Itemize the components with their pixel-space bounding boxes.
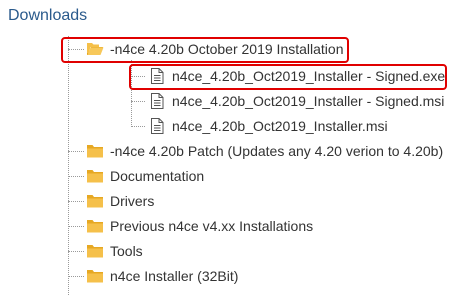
file-item-label: n4ce_4.20b_Oct2019_Installer.msi — [172, 118, 388, 134]
file-icon — [151, 93, 164, 109]
tree-connector — [131, 101, 145, 102]
tree-guide-line — [131, 60, 132, 127]
tree-item-drivers[interactable]: Drivers — [86, 190, 154, 212]
folder-icon — [87, 245, 103, 258]
tree-item-documentation[interactable]: Documentation — [86, 165, 204, 187]
tree-connector — [68, 201, 84, 202]
file-icon — [151, 68, 164, 84]
file-item-signed-exe[interactable]: n4ce_4.20b_Oct2019_Installer - Signed.ex… — [148, 65, 445, 87]
tree-item-installer-32bit[interactable]: n4ce Installer (32Bit) — [86, 265, 238, 287]
file-icon — [151, 118, 164, 134]
tree-item-label: Tools — [110, 243, 143, 259]
file-item-installer-msi[interactable]: n4ce_4.20b_Oct2019_Installer.msi — [148, 115, 388, 137]
tree-connector — [68, 176, 84, 177]
folder-icon — [87, 195, 103, 208]
folder-open-icon — [87, 43, 104, 55]
tree-connector — [68, 151, 84, 152]
tree-connector — [68, 276, 84, 277]
folder-icon — [87, 170, 103, 183]
downloads-tree: -n4ce 4.20b October 2019 Installation n4… — [0, 0, 472, 295]
folder-icon — [87, 220, 103, 233]
folder-icon — [87, 270, 103, 283]
tree-connector — [68, 226, 84, 227]
tree-item-october-2019-installation[interactable]: -n4ce 4.20b October 2019 Installation — [86, 38, 344, 60]
tree-connector — [131, 76, 145, 77]
tree-item-label: Documentation — [110, 168, 205, 184]
tree-item-label: -n4ce 4.20b Patch (Updates any 4.20 veri… — [110, 143, 444, 159]
tree-item-label: n4ce Installer (32Bit) — [110, 268, 239, 284]
tree-item-previous-installations[interactable]: Previous n4ce v4.xx Installations — [86, 215, 313, 237]
file-item-label: n4ce_4.20b_Oct2019_Installer - Signed.ms… — [172, 93, 445, 109]
folder-icon — [87, 145, 103, 158]
tree-item-label: Previous n4ce v4.xx Installations — [110, 218, 314, 234]
tree-connector — [68, 251, 84, 252]
tree-item-tools[interactable]: Tools — [86, 240, 143, 262]
file-item-signed-msi[interactable]: n4ce_4.20b_Oct2019_Installer - Signed.ms… — [148, 90, 444, 112]
tree-connector — [131, 126, 145, 127]
tree-item-patch[interactable]: -n4ce 4.20b Patch (Updates any 4.20 veri… — [86, 140, 443, 162]
tree-connector — [68, 49, 84, 50]
tree-guide-line — [68, 36, 69, 295]
file-item-label: n4ce_4.20b_Oct2019_Installer - Signed.ex… — [172, 68, 446, 84]
tree-item-label: -n4ce 4.20b October 2019 Installation — [110, 41, 344, 57]
tree-item-label: Drivers — [110, 193, 155, 209]
